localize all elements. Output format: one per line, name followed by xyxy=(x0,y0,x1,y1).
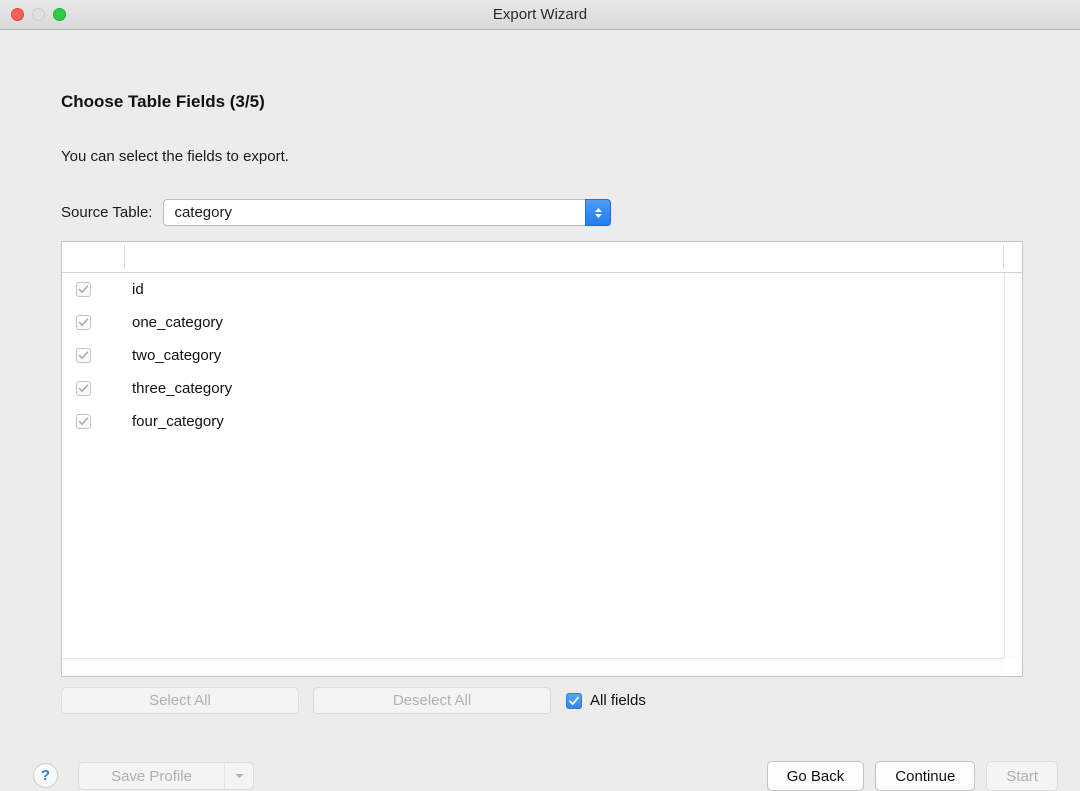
save-profile-button[interactable]: Save Profile xyxy=(79,763,224,789)
source-table-label: Source Table: xyxy=(61,204,152,221)
field-checkbox-cell[interactable] xyxy=(62,348,124,363)
checkbox-checked-disabled xyxy=(76,348,91,363)
all-fields-checkbox-group[interactable]: All fields xyxy=(566,692,646,709)
selection-controls: Select All Deselect All All fields xyxy=(61,687,646,714)
footer-actions: Go Back Continue Start xyxy=(767,761,1058,791)
window-titlebar: Export Wizard xyxy=(0,0,1080,30)
go-back-button[interactable]: Go Back xyxy=(767,761,865,791)
field-list[interactable]: id one_category xyxy=(61,241,1023,677)
field-name: four_category xyxy=(124,413,224,430)
table-row[interactable]: two_category xyxy=(62,339,1022,372)
horizontal-scrollbar[interactable] xyxy=(62,658,1004,676)
checkbox-checked[interactable] xyxy=(566,693,582,709)
scrollbar-corner xyxy=(1004,658,1022,676)
start-button[interactable]: Start xyxy=(986,761,1058,791)
checkbox-checked-disabled xyxy=(76,414,91,429)
checkbox-checked-disabled xyxy=(76,315,91,330)
checkbox-checked-disabled xyxy=(76,381,91,396)
field-name: three_category xyxy=(124,380,232,397)
field-list-rows: id one_category xyxy=(62,273,1022,438)
save-profile-split-button[interactable]: Save Profile xyxy=(78,762,254,790)
column-divider xyxy=(124,245,125,269)
column-divider xyxy=(1003,245,1004,269)
field-checkbox-cell[interactable] xyxy=(62,315,124,330)
field-name: two_category xyxy=(124,347,221,364)
select-all-button[interactable]: Select All xyxy=(61,687,299,714)
field-checkbox-cell[interactable] xyxy=(62,414,124,429)
continue-button[interactable]: Continue xyxy=(875,761,975,791)
table-row[interactable]: three_category xyxy=(62,372,1022,405)
field-name: one_category xyxy=(124,314,223,331)
field-checkbox-cell[interactable] xyxy=(62,381,124,396)
source-table-value: category xyxy=(164,204,232,221)
all-fields-label: All fields xyxy=(590,692,646,709)
page-title: Choose Table Fields (3/5) xyxy=(61,92,265,112)
checkbox-checked-disabled xyxy=(76,282,91,297)
field-checkbox-cell[interactable] xyxy=(62,282,124,297)
window-title: Export Wizard xyxy=(0,0,1080,29)
source-table-select[interactable]: category xyxy=(163,199,611,226)
table-row[interactable]: id xyxy=(62,273,1022,306)
deselect-all-button[interactable]: Deselect All xyxy=(313,687,551,714)
dialog-body: Choose Table Fields (3/5) You can select… xyxy=(0,30,1080,783)
field-list-header xyxy=(62,242,1022,273)
chevron-up-down-icon[interactable] xyxy=(585,199,611,226)
source-table-row: Source Table: category xyxy=(61,199,611,226)
vertical-scrollbar[interactable] xyxy=(1004,273,1022,658)
table-row[interactable]: four_category xyxy=(62,405,1022,438)
table-row[interactable]: one_category xyxy=(62,306,1022,339)
page-subtitle: You can select the fields to export. xyxy=(61,148,289,165)
chevron-down-icon[interactable] xyxy=(224,763,253,789)
field-name: id xyxy=(124,281,144,298)
help-icon[interactable]: ? xyxy=(33,763,58,788)
